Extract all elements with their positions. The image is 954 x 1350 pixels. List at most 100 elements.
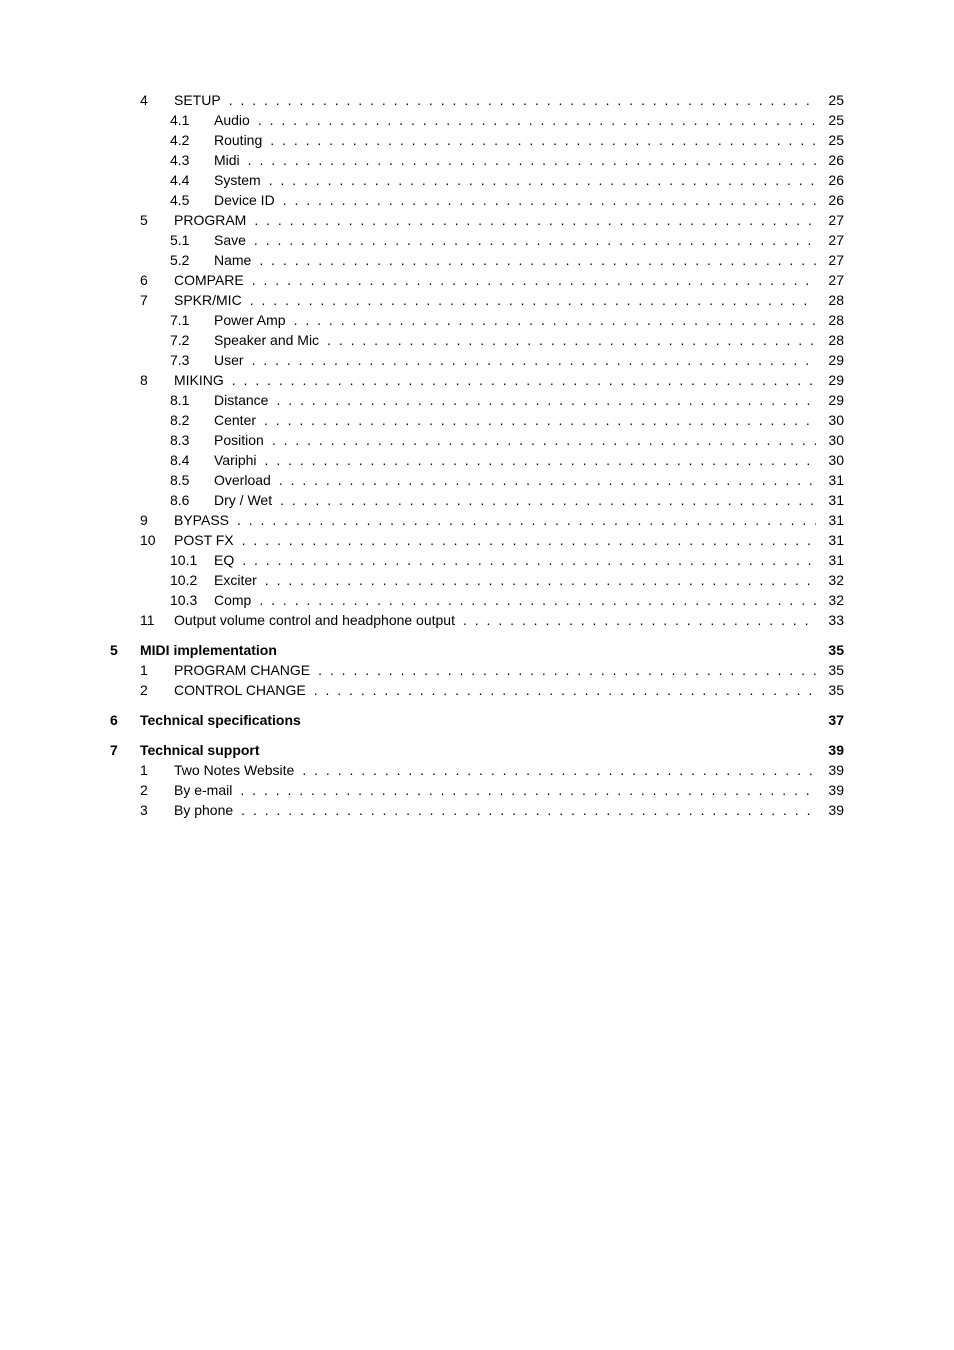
toc-page-number: 37: [820, 710, 844, 730]
toc-leader-dots: [248, 150, 816, 170]
toc-page-number: 25: [820, 130, 844, 150]
toc-page-number: 28: [820, 310, 844, 330]
toc-title: Midi: [214, 150, 240, 170]
toc-page-number: 35: [820, 680, 844, 700]
toc-title: MIDI implementation: [140, 640, 277, 660]
toc-title: MIKING: [174, 370, 224, 390]
toc-section-number: 7: [140, 290, 160, 310]
toc-page-number: 39: [820, 760, 844, 780]
toc-subsection-number: 7.3: [170, 350, 200, 370]
toc-page-number: 35: [820, 660, 844, 680]
toc-entry[interactable]: 10.3Comp32: [110, 590, 844, 610]
toc-section-number: 2: [140, 680, 160, 700]
toc-leader-dots: [254, 210, 816, 230]
toc-title: PROGRAM CHANGE: [174, 660, 310, 680]
toc-entry[interactable]: 8.4Variphi30: [110, 450, 844, 470]
toc-entry[interactable]: 4.5Device ID26: [110, 190, 844, 210]
toc-page-number: 26: [820, 190, 844, 210]
toc-page-number: 31: [820, 530, 844, 550]
toc-page-number: 32: [820, 590, 844, 610]
toc-entry[interactable]: 4.3Midi26: [110, 150, 844, 170]
toc-page-number: 29: [820, 390, 844, 410]
toc-title: POST FX: [174, 530, 234, 550]
toc-leader-dots: [272, 430, 816, 450]
toc-page-number: 27: [820, 270, 844, 290]
toc-entry[interactable]: 7.3User29: [110, 350, 844, 370]
toc-title: Exciter: [214, 570, 257, 590]
toc-subsection-number: 5.2: [170, 250, 200, 270]
toc-title: Center: [214, 410, 256, 430]
toc-leader-dots: [294, 310, 816, 330]
toc-leader-dots: [259, 590, 816, 610]
toc-title: Dry / Wet: [214, 490, 272, 510]
toc-title: Name: [214, 250, 251, 270]
toc-entry[interactable]: 4SETUP25: [110, 90, 844, 110]
toc-leader-dots: [302, 760, 816, 780]
toc-title: COMPARE: [174, 270, 244, 290]
toc-entry[interactable]: 10 POST FX 31: [110, 530, 844, 550]
toc-entry[interactable]: 8.2Center30: [110, 410, 844, 430]
toc-entry[interactable]: 4.1Audio25: [110, 110, 844, 130]
toc-leader-dots: [327, 330, 816, 350]
toc-page-number: 39: [820, 800, 844, 820]
toc-entry[interactable]: 9BYPASS31: [110, 510, 844, 530]
table-of-contents: 4SETUP254.1Audio254.2Routing254.3Midi264…: [110, 90, 844, 820]
toc-subsection-number: 8.3: [170, 430, 200, 450]
toc-entry[interactable]: 3By phone39: [110, 800, 844, 820]
toc-entry[interactable]: 4.4System26: [110, 170, 844, 190]
toc-section-number: 10: [140, 530, 160, 550]
toc-page-number: 35: [820, 640, 844, 660]
toc-entry[interactable]: 5MIDI implementation35: [110, 640, 844, 660]
toc-section-number: 6: [110, 710, 128, 730]
toc-title: Routing: [214, 130, 262, 150]
toc-leader-dots: [237, 510, 816, 530]
toc-title: Device ID: [214, 190, 275, 210]
toc-leader-dots: [279, 470, 816, 490]
toc-title: Distance: [214, 390, 268, 410]
toc-entry[interactable]: 7Technical support39: [110, 740, 844, 760]
toc-entry[interactable]: 5.2Name27: [110, 250, 844, 270]
toc-subsection-number: 8.4: [170, 450, 200, 470]
toc-leader-dots: [242, 550, 816, 570]
toc-leader-dots: [242, 530, 816, 550]
toc-title: Technical support: [140, 740, 260, 760]
toc-section-number: 8: [140, 370, 160, 390]
toc-entry[interactable]: 1Two Notes Website39: [110, 760, 844, 780]
toc-entry[interactable]: 7.2Speaker and Mic28: [110, 330, 844, 350]
toc-page-number: 30: [820, 450, 844, 470]
toc-entry[interactable]: 6Technical specifications37: [110, 710, 844, 730]
toc-entry[interactable]: 7.1Power Amp28: [110, 310, 844, 330]
toc-page-number: 33: [820, 610, 844, 630]
toc-entry[interactable]: 8.6Dry / Wet31: [110, 490, 844, 510]
toc-leader-dots: [270, 130, 816, 150]
toc-page-number: 31: [820, 490, 844, 510]
toc-entry[interactable]: 5.1Save27: [110, 230, 844, 250]
toc-title: EQ: [214, 550, 234, 570]
toc-section-number: 3: [140, 800, 160, 820]
toc-entry[interactable]: 5PROGRAM27: [110, 210, 844, 230]
toc-entry[interactable]: 2By e-mail39: [110, 780, 844, 800]
toc-entry[interactable]: 10.1EQ31: [110, 550, 844, 570]
toc-entry[interactable]: 8MIKING29: [110, 370, 844, 390]
toc-entry[interactable]: 8.1Distance29: [110, 390, 844, 410]
toc-entry[interactable]: 8.3Position30: [110, 430, 844, 450]
toc-entry[interactable]: 2CONTROL CHANGE35: [110, 680, 844, 700]
toc-leader-dots: [463, 610, 816, 630]
toc-leader-dots: [265, 570, 816, 590]
toc-entry[interactable]: 7SPKR/MIC28: [110, 290, 844, 310]
toc-leader-dots: [314, 680, 816, 700]
toc-entry[interactable]: 6COMPARE27: [110, 270, 844, 290]
toc-leader-dots: [269, 170, 816, 190]
toc-entry[interactable]: 10.2Exciter32: [110, 570, 844, 590]
toc-page-number: 31: [820, 470, 844, 490]
toc-entry[interactable]: 11Output volume control and headphone ou…: [110, 610, 844, 630]
toc-leader-dots: [252, 270, 816, 290]
toc-title: SETUP: [174, 90, 221, 110]
toc-title: Output volume control and headphone outp…: [174, 610, 455, 630]
toc-entry[interactable]: 4.2Routing25: [110, 130, 844, 150]
toc-entry[interactable]: 8.5Overload31: [110, 470, 844, 490]
toc-subsection-number: 7.2: [170, 330, 200, 350]
toc-entry[interactable]: 1PROGRAM CHANGE35: [110, 660, 844, 680]
page: 4SETUP254.1Audio254.2Routing254.3Midi264…: [0, 0, 954, 1350]
toc-leader-dots: [252, 350, 816, 370]
